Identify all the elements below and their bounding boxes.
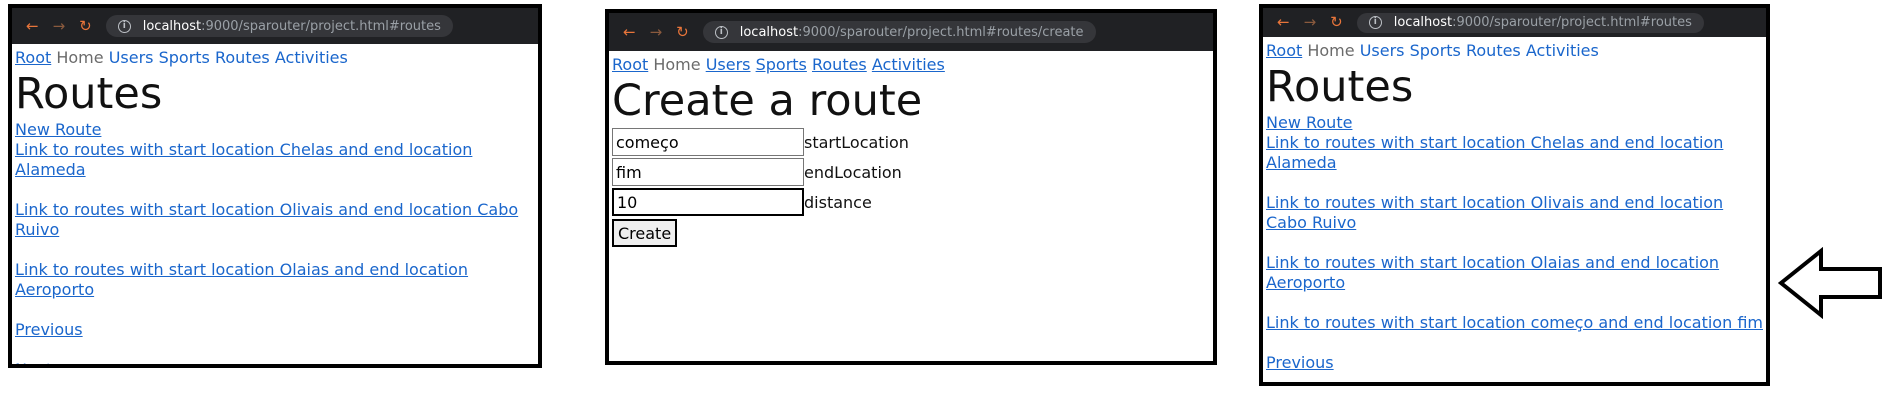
distance-label: distance bbox=[804, 192, 872, 212]
start-location-label: startLocation bbox=[804, 132, 909, 152]
nav-users-link[interactable]: Users bbox=[109, 48, 154, 67]
page-title: Create a route bbox=[612, 76, 923, 126]
page-title: Routes bbox=[15, 69, 163, 119]
info-icon[interactable]: i bbox=[1368, 16, 1382, 29]
browser-toolbar: ← → ↻ i localhost :9000/sparouter/projec… bbox=[609, 13, 1213, 51]
address-bar[interactable]: i localhost :9000/sparouter/project.html… bbox=[105, 15, 453, 37]
url-path: :9000/sparouter/project.html#routes bbox=[201, 18, 441, 34]
distance-row: distance bbox=[612, 187, 1213, 217]
nav-sports-link[interactable]: Sports bbox=[756, 55, 807, 74]
address-bar[interactable]: i localhost :9000/sparouter/project.html… bbox=[1356, 12, 1704, 33]
info-icon[interactable]: i bbox=[714, 25, 728, 39]
reload-icon[interactable]: ↻ bbox=[676, 24, 689, 40]
route-link[interactable]: Link to routes with start location Chela… bbox=[15, 140, 538, 180]
nav-root-link[interactable]: Root bbox=[612, 55, 648, 74]
forward-arrow-icon[interactable]: → bbox=[1304, 15, 1317, 30]
forward-arrow-icon[interactable]: → bbox=[650, 24, 663, 40]
route-link[interactable]: Link to routes with start location Olaia… bbox=[15, 260, 538, 300]
page-content: Root Home Users Sports Routes Activities… bbox=[12, 44, 538, 364]
url-host: localhost bbox=[1393, 15, 1453, 30]
nav-activities-link[interactable]: Activities bbox=[1526, 41, 1599, 60]
nav-links: Root Home Users Sports Routes Activities bbox=[15, 48, 538, 68]
nav-root-link[interactable]: Root bbox=[15, 48, 51, 67]
new-route-link[interactable]: New Route bbox=[1266, 113, 1766, 133]
route-link[interactable]: Link to routes with start location Olaia… bbox=[1266, 253, 1766, 293]
start-location-row: startLocation bbox=[612, 127, 1213, 157]
panel-routes-after: ← → ↻ i localhost :9000/sparouter/projec… bbox=[1259, 4, 1770, 386]
nav-routes-link[interactable]: Routes bbox=[1466, 41, 1521, 60]
route-link[interactable]: Link to routes with start location Chela… bbox=[1266, 133, 1766, 173]
nav-routes-link[interactable]: Routes bbox=[215, 48, 270, 67]
route-link[interactable]: Link to routes with start location Oliva… bbox=[15, 200, 538, 240]
nav-links: Root Home Users Sports Routes Activities bbox=[612, 55, 1213, 75]
nav-home: Home bbox=[56, 48, 104, 67]
page-content: Root Home Users Sports Routes Activities… bbox=[1263, 37, 1766, 382]
next-link[interactable]: Next bbox=[15, 360, 538, 364]
previous-link[interactable]: Previous bbox=[1266, 353, 1766, 373]
nav-home: Home bbox=[653, 55, 701, 74]
left-arrow-icon bbox=[1778, 247, 1882, 319]
panel-create-route: ← → ↻ i localhost :9000/sparouter/projec… bbox=[605, 9, 1217, 365]
reload-icon[interactable]: ↻ bbox=[1330, 15, 1343, 30]
back-arrow-icon[interactable]: ← bbox=[623, 24, 636, 40]
nav-activities-link[interactable]: Activities bbox=[275, 48, 348, 67]
browser-toolbar: ← → ↻ i localhost :9000/sparouter/projec… bbox=[12, 8, 538, 44]
previous-link[interactable]: Previous bbox=[15, 320, 538, 340]
distance-input[interactable] bbox=[612, 188, 804, 216]
url-host: localhost bbox=[142, 18, 202, 34]
nav-users-link[interactable]: Users bbox=[706, 55, 751, 74]
start-location-input[interactable] bbox=[612, 128, 804, 156]
reload-icon[interactable]: ↻ bbox=[79, 18, 92, 34]
route-link[interactable]: Link to routes with start location Oliva… bbox=[1266, 193, 1766, 233]
url-path: :9000/sparouter/project.html#routes bbox=[1452, 15, 1692, 30]
back-arrow-icon[interactable]: ← bbox=[1277, 15, 1290, 30]
nav-users-link[interactable]: Users bbox=[1360, 41, 1405, 60]
nav-links: Root Home Users Sports Routes Activities bbox=[1266, 41, 1766, 61]
nav-home: Home bbox=[1307, 41, 1355, 60]
end-location-label: endLocation bbox=[804, 162, 902, 182]
nav-routes-link[interactable]: Routes bbox=[812, 55, 867, 74]
url-host: localhost bbox=[739, 24, 799, 40]
nav-root-link[interactable]: Root bbox=[1266, 41, 1302, 60]
page-content: Root Home Users Sports Routes Activities… bbox=[609, 51, 1213, 361]
create-button[interactable]: Create bbox=[612, 219, 678, 247]
new-route-link[interactable]: New Route bbox=[15, 120, 538, 140]
end-location-input[interactable] bbox=[612, 158, 804, 186]
url-path: :9000/sparouter/project.html#routes/crea… bbox=[798, 24, 1084, 40]
nav-sports-link[interactable]: Sports bbox=[159, 48, 210, 67]
page-title: Routes bbox=[1266, 62, 1414, 112]
route-link-new[interactable]: Link to routes with start location começ… bbox=[1266, 313, 1766, 333]
address-bar[interactable]: i localhost :9000/sparouter/project.html… bbox=[702, 21, 1096, 43]
browser-toolbar: ← → ↻ i localhost :9000/sparouter/projec… bbox=[1263, 8, 1766, 37]
nav-activities-link[interactable]: Activities bbox=[872, 55, 945, 74]
nav-sports-link[interactable]: Sports bbox=[1410, 41, 1461, 60]
info-icon[interactable]: i bbox=[117, 19, 131, 33]
forward-arrow-icon[interactable]: → bbox=[53, 18, 66, 34]
end-location-row: endLocation bbox=[612, 157, 1213, 187]
back-arrow-icon[interactable]: ← bbox=[26, 18, 39, 34]
panel-routes-before: ← → ↻ i localhost :9000/sparouter/projec… bbox=[8, 4, 542, 368]
